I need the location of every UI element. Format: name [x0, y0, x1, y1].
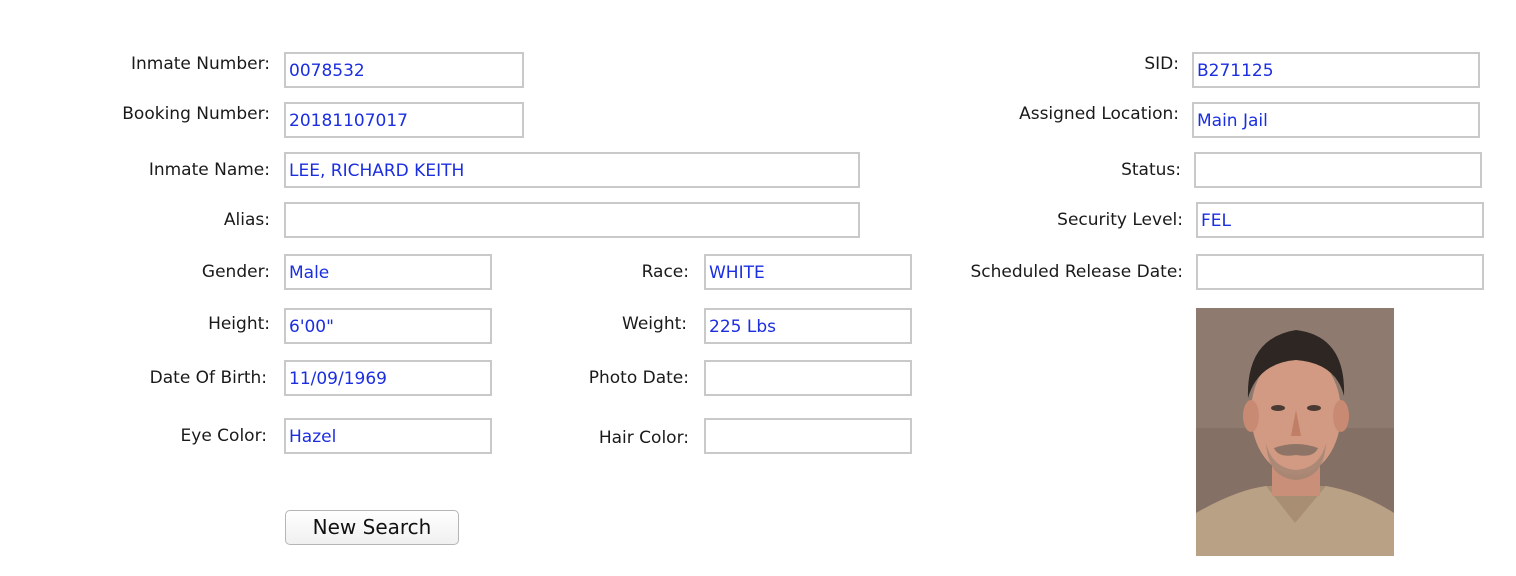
booking-number-field[interactable]: 20181107017: [284, 102, 524, 138]
race-label: Race:: [641, 262, 689, 282]
race-field[interactable]: WHITE: [704, 254, 912, 290]
weight-field[interactable]: 225 Lbs: [704, 308, 912, 344]
booking-photo: [1196, 308, 1394, 556]
dob-field[interactable]: 11/09/1969: [284, 360, 492, 396]
sid-field[interactable]: B271125: [1192, 52, 1480, 88]
eye-color-label: Eye Color:: [180, 426, 267, 446]
inmate-number-field[interactable]: 0078532: [284, 52, 524, 88]
sid-label: SID:: [1144, 54, 1179, 74]
weight-label: Weight:: [622, 314, 687, 334]
status-field[interactable]: [1194, 152, 1482, 188]
security-level-label: Security Level:: [1057, 210, 1183, 230]
height-label: Height:: [208, 314, 270, 334]
alias-field[interactable]: [284, 202, 860, 238]
dob-label: Date Of Birth:: [149, 368, 267, 388]
photo-date-field[interactable]: [704, 360, 912, 396]
inmate-name-field[interactable]: LEE, RICHARD KEITH: [284, 152, 860, 188]
photo-date-label: Photo Date:: [588, 368, 689, 388]
assigned-location-field[interactable]: Main Jail: [1192, 102, 1480, 138]
gender-field[interactable]: Male: [284, 254, 492, 290]
inmate-name-label: Inmate Name:: [148, 160, 270, 180]
scheduled-release-date-label: Scheduled Release Date:: [970, 262, 1184, 282]
gender-label: Gender:: [201, 262, 270, 282]
status-label: Status:: [1121, 160, 1181, 180]
booking-number-label: Booking Number:: [122, 104, 270, 124]
new-search-button[interactable]: New Search: [285, 510, 459, 545]
scheduled-release-date-field[interactable]: [1196, 254, 1484, 290]
hair-color-field[interactable]: [704, 418, 912, 454]
hair-color-label: Hair Color:: [598, 428, 689, 448]
security-level-field[interactable]: FEL: [1196, 202, 1484, 238]
assigned-location-label: Assigned Location:: [1019, 104, 1179, 124]
alias-label: Alias:: [223, 210, 270, 230]
eye-color-field[interactable]: Hazel: [284, 418, 492, 454]
height-field[interactable]: 6'00": [284, 308, 492, 344]
booking-photo-illustration: [1196, 308, 1394, 556]
inmate-number-label: Inmate Number:: [130, 54, 270, 74]
